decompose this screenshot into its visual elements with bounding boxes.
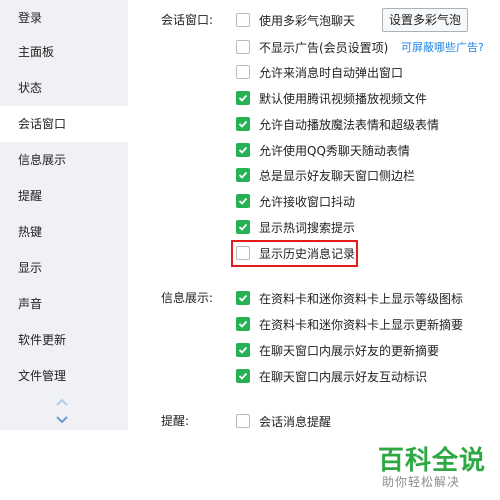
option-label: 在聊天窗口内展示好友互动标识 [259, 369, 428, 384]
option-label: 显示热词搜索提示 [259, 220, 356, 235]
sidebar-item-label: 提醒 [18, 189, 43, 203]
option-auto-popup[interactable]: 允许来消息时自动弹出窗口 [236, 63, 403, 81]
sidebar-item-status[interactable]: 状态 [0, 70, 128, 106]
sidebar-item-session-window[interactable]: 会话窗口 [0, 106, 128, 142]
check-icon [238, 223, 248, 231]
checkbox-checked[interactable] [236, 194, 250, 208]
checkbox[interactable] [236, 65, 250, 79]
checkbox[interactable] [236, 40, 250, 54]
settings-sidebar: 登录 主面板 状态 会话窗口 信息展示 提醒 热键 显示 声音 软件更新 文件管… [0, 0, 128, 430]
sidebar-item-label: 状态 [18, 81, 43, 95]
checkbox-checked[interactable] [236, 143, 250, 157]
sidebar-item-label: 会话窗口 [18, 117, 67, 131]
option-label: 不显示广告(会员设置项) [259, 40, 389, 55]
option-magic-emoji[interactable]: 允许自动播放魔法表情和超级表情 [236, 115, 439, 133]
settings-window: 登录 主面板 状态 会话窗口 信息展示 提醒 热键 显示 声音 软件更新 文件管… [0, 0, 500, 430]
check-icon [238, 171, 248, 179]
checkbox[interactable] [236, 414, 250, 428]
option-label: 会话消息提醒 [259, 414, 332, 429]
option-level-icon[interactable]: 在资料卡和迷你资料卡上显示等级图标 [236, 289, 463, 307]
option-label: 允许使用QQ秀聊天随动表情 [259, 143, 410, 158]
sidebar-item-software-update[interactable]: 软件更新 [0, 322, 128, 358]
checkbox-checked[interactable] [236, 168, 250, 182]
check-icon [238, 146, 248, 154]
checkbox-checked[interactable] [236, 117, 250, 131]
option-label: 使用多彩气泡聊天 [259, 13, 356, 28]
checkbox-checked[interactable] [236, 317, 250, 331]
option-qqshow-emoji[interactable]: 允许使用QQ秀聊天随动表情 [236, 141, 410, 159]
info-group-label: 信息展示: [161, 291, 214, 305]
sidebar-item-label: 主面板 [18, 45, 55, 59]
option-label: 在资料卡和迷你资料卡上显示更新摘要 [259, 317, 464, 332]
sidebar-item-label: 文件管理 [18, 369, 67, 383]
sidebar-item-display[interactable]: 显示 [0, 250, 128, 286]
check-icon [238, 346, 248, 354]
option-show-sidebar[interactable]: 总是显示好友聊天窗口侧边栏 [236, 166, 415, 184]
sidebar-item-file-management[interactable]: 文件管理 [0, 358, 128, 394]
sidebar-item-reminder[interactable]: 提醒 [0, 178, 128, 214]
option-interaction-badge[interactable]: 在聊天窗口内展示好友互动标识 [236, 367, 427, 385]
watermark: 百科全说 助你轻松解决 [370, 440, 495, 490]
sidebar-item-label: 软件更新 [18, 333, 67, 347]
option-colorful-bubble[interactable]: 使用多彩气泡聊天 [236, 11, 355, 29]
check-icon [238, 197, 248, 205]
option-hot-search[interactable]: 显示热词搜索提示 [236, 218, 355, 236]
watermark-title: 百科全说 [378, 446, 487, 476]
chevron-down-icon[interactable] [56, 416, 68, 424]
option-label: 默认使用腾讯视频播放视频文件 [259, 91, 428, 106]
option-tencent-video[interactable]: 默认使用腾讯视频播放视频文件 [236, 89, 427, 107]
checkbox[interactable] [236, 13, 250, 27]
sidebar-item-label: 热键 [18, 225, 43, 239]
option-label: 总是显示好友聊天窗口侧边栏 [259, 168, 416, 183]
sidebar-item-label: 登录 [18, 11, 43, 25]
checkbox-checked[interactable] [236, 220, 250, 234]
reminder-group-label: 提醒: [161, 414, 190, 428]
sidebar-item-label: 显示 [18, 261, 43, 275]
check-icon [238, 120, 248, 128]
set-bubble-button[interactable]: 设置多彩气泡 [382, 8, 468, 32]
option-hide-ads[interactable]: 不显示广告(会员设置项) [236, 38, 388, 56]
sidebar-item-label: 声音 [18, 297, 43, 311]
option-session-reminder[interactable]: 会话消息提醒 [236, 412, 331, 430]
option-label: 允许自动播放魔法表情和超级表情 [259, 117, 440, 132]
check-icon [238, 94, 248, 102]
checkbox-checked[interactable] [236, 91, 250, 105]
watermark-subtitle: 助你轻松解决 [382, 475, 461, 489]
option-label: 允许来消息时自动弹出窗口 [259, 65, 404, 80]
sidebar-item-info-display[interactable]: 信息展示 [0, 142, 128, 178]
option-update-summary[interactable]: 在资料卡和迷你资料卡上显示更新摘要 [236, 315, 463, 333]
sidebar-item-login[interactable]: 登录 [0, 0, 128, 36]
sidebar-item-sound[interactable]: 声音 [0, 286, 128, 322]
checkbox-checked[interactable] [236, 291, 250, 305]
sidebar-item-main-panel[interactable]: 主面板 [0, 34, 128, 70]
option-label: 允许接收窗口抖动 [259, 194, 356, 209]
sidebar-item-hotkeys[interactable]: 热键 [0, 214, 128, 250]
option-label: 在聊天窗口内展示好友的更新摘要 [259, 343, 440, 358]
check-icon [238, 320, 248, 328]
option-window-shake[interactable]: 允许接收窗口抖动 [236, 192, 355, 210]
option-chat-update-summary[interactable]: 在聊天窗口内展示好友的更新摘要 [236, 341, 439, 359]
check-icon [238, 372, 248, 380]
checkbox-checked[interactable] [236, 369, 250, 383]
chevron-up-icon[interactable] [56, 398, 68, 406]
highlight-box [231, 240, 358, 267]
option-label: 在资料卡和迷你资料卡上显示等级图标 [259, 291, 464, 306]
sidebar-item-label: 信息展示 [18, 153, 67, 167]
ad-info-link[interactable]: 可屏蔽哪些广告? [401, 39, 484, 55]
checkbox-checked[interactable] [236, 343, 250, 357]
check-icon [238, 294, 248, 302]
session-group-label: 会话窗口: [161, 13, 214, 27]
